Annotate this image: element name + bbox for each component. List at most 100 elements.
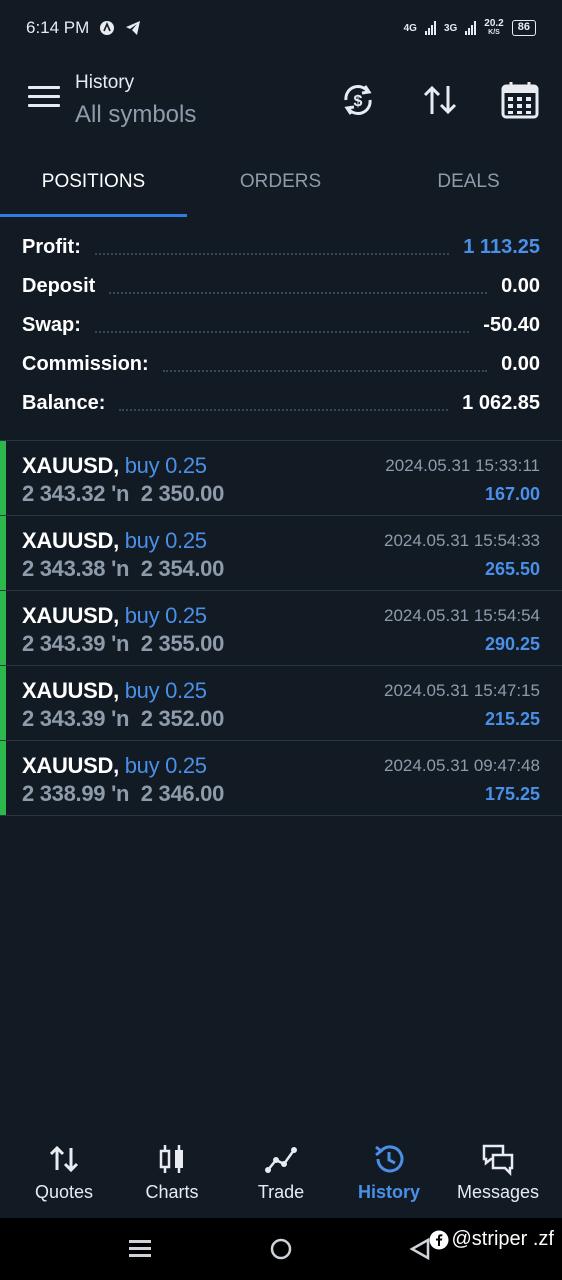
net-speed-unit: K/S: [488, 29, 500, 36]
summary-label: Swap:: [22, 314, 81, 336]
position-time: 2024.05.31 15:47:15: [384, 681, 540, 700]
nav-label: Trade: [257, 1182, 305, 1202]
bottom-navigation: Quotes Charts Trade History Messages: [0, 1130, 562, 1218]
position-profit: 290.25: [484, 634, 540, 654]
nav-trade[interactable]: Trade: [225, 1130, 337, 1218]
currency-sync-icon[interactable]: $: [338, 80, 378, 120]
position-profit: 175.25: [484, 784, 540, 804]
position-profit: 215.25: [484, 709, 540, 729]
position-time: 2024.05.31 15:54:54: [384, 606, 540, 625]
summary-deposit: Deposit 0.00: [0, 267, 562, 306]
network-4g-label: 4G: [403, 22, 417, 34]
app-header: History All symbols $: [0, 56, 562, 146]
signal-icon-2: [465, 21, 477, 35]
position-symbol: XAUUSD,: [22, 678, 119, 703]
summary-balance: Balance: 1 062.85: [0, 384, 562, 423]
nav-label: Charts: [145, 1182, 199, 1202]
position-time: 2024.05.31 15:54:33: [384, 531, 540, 550]
summary-value: 0.00: [501, 353, 540, 375]
dotted-leader: [94, 330, 470, 333]
network-3g-label: 3G: [443, 22, 458, 34]
open-price: 2 338.99: [22, 781, 106, 806]
summary-swap: Swap: -50.40: [0, 306, 562, 345]
battery-level: 86: [517, 21, 530, 33]
summary-profit: Profit: 1 113.25: [0, 228, 562, 267]
position-side: buy 0.25: [124, 753, 207, 778]
close-price: 2 350.00: [140, 481, 225, 506]
tab-positions[interactable]: POSITIONS: [0, 148, 187, 218]
nav-label: Messages: [456, 1182, 540, 1202]
buy-indicator-bar: [0, 441, 6, 515]
svg-text:$: $: [354, 93, 363, 110]
summary-label: Commission:: [22, 353, 149, 375]
active-tab-indicator: [0, 214, 187, 217]
position-side: buy 0.25: [124, 528, 207, 553]
dotted-leader: [119, 408, 449, 411]
price-arrow: 'n: [111, 781, 130, 806]
position-row[interactable]: XAUUSD, buy 0.25 2 343.32 'n 2 350.00 20…: [0, 441, 562, 516]
open-price: 2 343.39: [22, 631, 106, 656]
position-row[interactable]: XAUUSD, buy 0.25 2 338.99 'n 2 346.00 20…: [0, 741, 562, 816]
price-arrow: 'n: [111, 631, 130, 656]
position-time: 2024.05.31 15:33:11: [385, 456, 540, 475]
tab-orders[interactable]: ORDERS: [187, 148, 374, 218]
telegram-icon: [126, 21, 141, 35]
position-symbol: XAUUSD,: [22, 603, 119, 628]
position-profit: 167.00: [484, 484, 540, 504]
price-arrow: 'n: [111, 706, 130, 731]
position-time: 2024.05.31 09:47:48: [384, 756, 540, 775]
summary-label: Deposit: [22, 275, 96, 297]
home-icon[interactable]: [269, 1237, 293, 1261]
nav-charts[interactable]: Charts: [116, 1130, 228, 1218]
positions-list: XAUUSD, buy 0.25 2 343.32 'n 2 350.00 20…: [0, 440, 562, 816]
position-symbol: XAUUSD,: [22, 528, 119, 553]
open-price: 2 343.32: [22, 481, 106, 506]
position-row[interactable]: XAUUSD, buy 0.25 2 343.38 'n 2 354.00 20…: [0, 516, 562, 591]
buy-indicator-bar: [0, 666, 6, 740]
dotted-leader: [109, 291, 488, 294]
position-row[interactable]: XAUUSD, buy 0.25 2 343.39 'n 2 355.00 20…: [0, 591, 562, 666]
nav-quotes[interactable]: Quotes: [8, 1130, 120, 1218]
summary-value: 1 113.25: [463, 236, 540, 258]
status-time: 6:14 PM: [26, 18, 90, 37]
recent-apps-icon[interactable]: [128, 1238, 152, 1260]
watermark-handle: @striper .zf: [451, 1228, 554, 1250]
charts-icon: [159, 1145, 183, 1173]
battery-icon: 86: [511, 20, 536, 36]
open-price: 2 343.39: [22, 706, 106, 731]
app-notification-icon: [100, 21, 115, 35]
header-subtitle: History: [75, 72, 135, 93]
position-row[interactable]: XAUUSD, buy 0.25 2 343.39 'n 2 352.00 20…: [0, 666, 562, 741]
position-symbol: XAUUSD,: [22, 453, 119, 478]
position-side: buy 0.25: [124, 453, 207, 478]
summary-value: 1 062.85: [462, 392, 540, 414]
summary-panel: Profit: 1 113.25 Deposit 0.00 Swap: -50.…: [0, 228, 562, 423]
sort-icon[interactable]: [420, 80, 460, 120]
back-icon[interactable]: [408, 1237, 432, 1261]
watermark: @striper .zf: [429, 1228, 554, 1251]
tab-bar: POSITIONS ORDERS DEALS: [0, 148, 562, 218]
nav-label: Quotes: [34, 1182, 94, 1202]
price-arrow: 'n: [111, 556, 130, 581]
summary-label: Balance:: [22, 392, 106, 414]
summary-value: -50.40: [483, 314, 540, 336]
system-nav-bar: @striper .zf: [0, 1218, 562, 1280]
messages-icon: [482, 1144, 514, 1176]
position-side: buy 0.25: [124, 678, 207, 703]
position-symbol: XAUUSD,: [22, 753, 119, 778]
facebook-icon: [429, 1230, 449, 1249]
trade-icon: [265, 1147, 297, 1173]
menu-icon[interactable]: [28, 86, 60, 110]
open-price: 2 343.38: [22, 556, 106, 581]
position-side: buy 0.25: [124, 603, 207, 628]
calendar-icon[interactable]: [500, 80, 540, 120]
summary-commission: Commission: 0.00: [0, 345, 562, 384]
nav-messages[interactable]: Messages: [442, 1130, 554, 1218]
status-bar: 6:14 PM 4G 3G 20.2 K/S 86: [0, 0, 562, 56]
tab-deals[interactable]: DEALS: [375, 148, 562, 218]
dotted-leader: [162, 369, 488, 372]
symbol-selector[interactable]: All symbols: [75, 101, 196, 129]
buy-indicator-bar: [0, 591, 6, 665]
position-profit: 265.50: [484, 559, 540, 579]
nav-history[interactable]: History: [333, 1130, 445, 1218]
